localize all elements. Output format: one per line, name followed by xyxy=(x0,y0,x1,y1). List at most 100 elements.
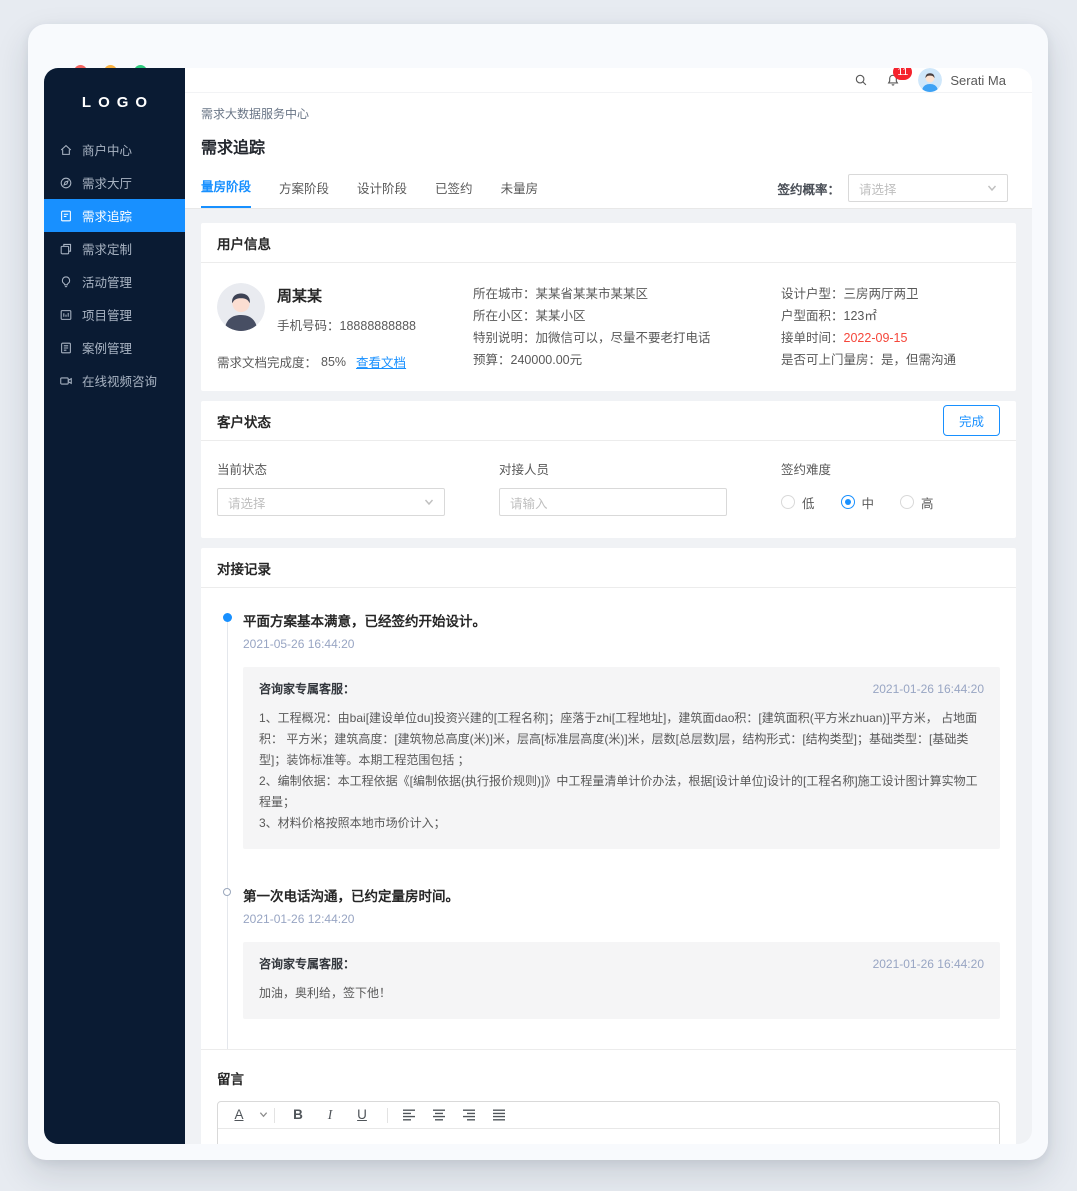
user-info-body: 周某某 手机号码：18888888888 需求文档完成度：85% 查看文档 所在… xyxy=(201,263,1016,391)
record-reply: 咨询家专属客服： 2021-01-26 16:44:20 加油，奥利给，签下他！ xyxy=(243,942,1000,1019)
sidebar-item-merchant-center[interactable]: 商户中心 xyxy=(44,133,185,166)
message-input[interactable] xyxy=(218,1129,999,1144)
sidebar-item-label: 需求追踪 xyxy=(82,206,132,225)
sidebar-item-demand-hall[interactable]: 需求大厅 xyxy=(44,166,185,199)
toolbar-separator xyxy=(274,1108,275,1123)
current-status-label: 当前状态 xyxy=(217,459,445,478)
select-placeholder: 请选择 xyxy=(228,493,266,512)
sidebar-item-label: 在线视频咨询 xyxy=(82,371,157,390)
tab-signed[interactable]: 已签约 xyxy=(435,178,473,208)
view-document-link[interactable]: 查看文档 xyxy=(356,352,406,371)
area-label: 户型面积： xyxy=(781,309,844,323)
user-info-header: 用户信息 xyxy=(201,223,1016,263)
section-title: 对接记录 xyxy=(217,558,271,578)
doc-completion-label: 需求文档完成度： xyxy=(217,352,317,371)
design-type-value: 三房两厅两卫 xyxy=(844,287,919,301)
sign-probability-select[interactable]: 请选择 xyxy=(848,174,1008,202)
contact-records-body: 平面方案基本满意，已经签约开始设计。 2021-05-26 16:44:20 咨… xyxy=(201,588,1016,1049)
sidebar-item-label: 需求大厅 xyxy=(82,173,132,192)
user-menu[interactable]: Serati Ma xyxy=(918,68,1006,92)
tab-unmeasured[interactable]: 未量房 xyxy=(501,178,539,208)
align-justify-icon[interactable] xyxy=(492,1108,506,1122)
reply-line: 2、编制依据：本工程依据《[编制依据(执行报价规则)]》中工程量清单计价办法，根… xyxy=(259,771,984,813)
reply-author: 咨询家专属客服： xyxy=(259,955,355,972)
section-title: 用户信息 xyxy=(217,233,271,253)
font-color-button[interactable]: A xyxy=(230,1106,248,1124)
app-logo: LOGO xyxy=(44,68,185,133)
phone-label: 手机号码： xyxy=(277,319,340,333)
project-icon xyxy=(59,308,73,322)
notification-badge: 11 xyxy=(893,68,912,80)
timeline-dot-icon xyxy=(223,613,232,622)
app-root: LOGO 商户中心 需求大厅 需求追踪 需求定制 活动管理 xyxy=(44,68,1032,1144)
case-icon xyxy=(59,341,73,355)
sidebar-item-label: 活动管理 xyxy=(82,272,132,291)
sidebar-item-online-video-consult[interactable]: 在线视频咨询 xyxy=(44,364,185,397)
radio-difficulty-high[interactable]: 高 xyxy=(900,493,934,512)
chevron-down-icon xyxy=(424,497,434,507)
align-center-icon[interactable] xyxy=(432,1108,446,1122)
home-icon xyxy=(59,143,73,157)
message-label: 留言 xyxy=(217,1068,1000,1088)
radio-icon xyxy=(781,495,795,509)
radio-difficulty-medium[interactable]: 中 xyxy=(841,493,875,512)
compass-icon xyxy=(59,176,73,190)
avatar xyxy=(918,68,942,92)
city-label: 所在城市： xyxy=(473,287,536,301)
tab-plan-stage[interactable]: 方案阶段 xyxy=(279,178,329,208)
underline-button[interactable]: U xyxy=(353,1106,371,1124)
sidebar-item-demand-tracking[interactable]: 需求追踪 xyxy=(44,199,185,232)
sidebar-item-activity-management[interactable]: 活动管理 xyxy=(44,265,185,298)
community-value: 某某小区 xyxy=(536,309,586,323)
sidebar-item-label: 项目管理 xyxy=(82,305,132,324)
message-section: 留言 A B I U xyxy=(201,1049,1016,1144)
tab-measure-stage[interactable]: 量房阶段 xyxy=(201,176,251,208)
current-status-select[interactable]: 请选择 xyxy=(217,488,445,516)
search-icon[interactable] xyxy=(854,73,868,87)
breadcrumb: 需求大数据服务中心 xyxy=(201,105,1008,122)
customer-status-body: 当前状态 请选择 对接人员 请输入 xyxy=(201,441,1016,538)
bold-button[interactable]: B xyxy=(289,1106,307,1124)
sidebar-item-demand-customize[interactable]: 需求定制 xyxy=(44,232,185,265)
align-right-icon[interactable] xyxy=(462,1108,476,1122)
sign-difficulty-label: 签约难度 xyxy=(781,459,1000,478)
sidebar-item-label: 案例管理 xyxy=(82,338,132,357)
tabs: 量房阶段 方案阶段 设计阶段 已签约 未量房 签约概率： 请选择 xyxy=(201,174,1008,208)
username: Serati Ma xyxy=(950,73,1006,88)
sidebar-item-project-management[interactable]: 项目管理 xyxy=(44,298,185,331)
italic-button[interactable]: I xyxy=(321,1106,339,1124)
finish-button[interactable]: 完成 xyxy=(943,405,1000,436)
track-icon xyxy=(59,209,73,223)
chevron-down-icon[interactable] xyxy=(254,1106,272,1124)
sign-probability-filter: 签约概率： 请选择 xyxy=(777,174,1008,208)
sign-difficulty-radio-group: 低 中 高 xyxy=(781,488,1000,516)
align-left-icon[interactable] xyxy=(402,1108,416,1122)
record-title: 第一次电话沟通，已约定量房时间。 xyxy=(243,885,1000,905)
main-area: 11 Serati Ma 需求大数据服务中心 需求追踪 量房阶段 方案阶段 设计… xyxy=(185,68,1032,1144)
page-header: 需求大数据服务中心 需求追踪 量房阶段 方案阶段 设计阶段 已签约 未量房 签约… xyxy=(185,93,1032,209)
record-reply: 咨询家专属客服： 2021-01-26 16:44:20 1、工程概况：由bai… xyxy=(243,667,1000,849)
doc-completion-value: 85% xyxy=(321,355,346,369)
sidebar-item-case-management[interactable]: 案例管理 xyxy=(44,331,185,364)
community-label: 所在小区： xyxy=(473,309,536,323)
contact-records-header: 对接记录 xyxy=(201,548,1016,588)
contact-person-field: 对接人员 请输入 xyxy=(499,459,727,516)
reply-line: 3、材料价格按照本地市场价计入； xyxy=(259,813,984,834)
radio-label: 高 xyxy=(921,493,934,512)
note-label: 特别说明： xyxy=(473,331,536,345)
reply-author: 咨询家专属客服： xyxy=(259,680,355,697)
tab-design-stage[interactable]: 设计阶段 xyxy=(357,178,407,208)
contact-person-input[interactable]: 请输入 xyxy=(499,488,727,516)
budget-value: 240000.00元 xyxy=(511,353,583,367)
timeline-item: 平面方案基本满意，已经签约开始设计。 2021-05-26 16:44:20 咨… xyxy=(223,610,1000,849)
input-placeholder: 请输入 xyxy=(510,493,548,512)
page-title: 需求追踪 xyxy=(201,134,1008,158)
radio-difficulty-low[interactable]: 低 xyxy=(781,493,815,512)
sidebar-item-label: 需求定制 xyxy=(82,239,132,258)
sign-probability-label: 签约概率： xyxy=(777,179,840,198)
notifications-button[interactable]: 11 xyxy=(886,73,900,87)
budget-label: 预算： xyxy=(473,353,511,367)
record-timestamp: 2021-01-26 12:44:20 xyxy=(243,912,1000,926)
chevron-down-icon xyxy=(987,183,997,193)
note-value: 加微信可以，尽量不要老打电话 xyxy=(536,331,711,345)
